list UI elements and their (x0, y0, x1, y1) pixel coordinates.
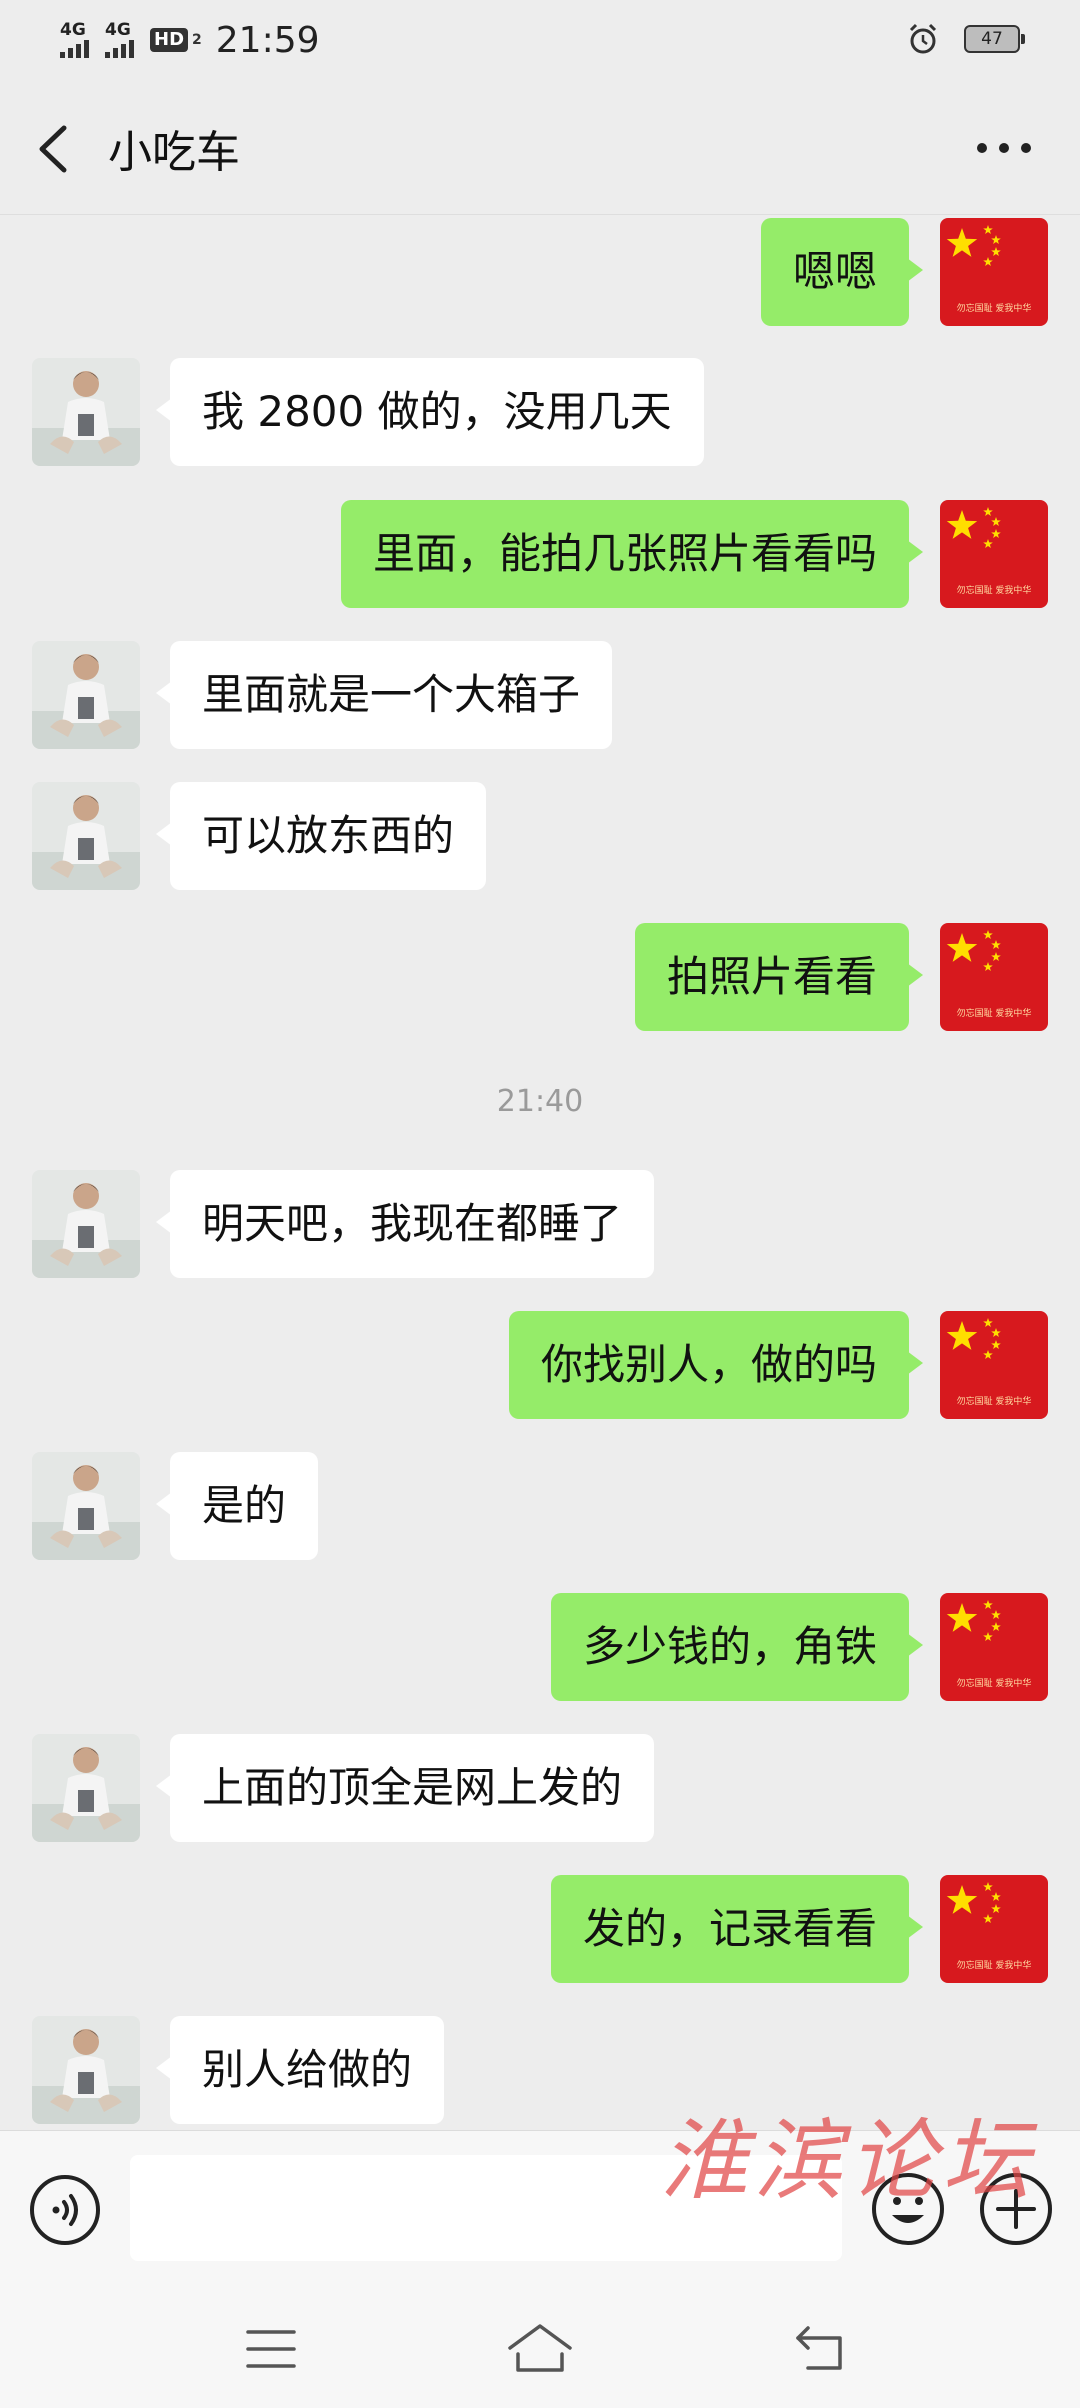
avatar-contact[interactable] (32, 1734, 140, 1842)
chat-title: 小吃车 (108, 127, 240, 178)
message-timestamp: 21:40 (496, 1084, 584, 1119)
hd-voice-badge: HD (150, 28, 189, 52)
received-message-bubble[interactable]: 上面的顶全是网上发的 (155, 1734, 655, 1842)
contact-photo-icon (32, 641, 140, 749)
sent-message-bubble[interactable]: 发的，记录看看 (551, 1875, 924, 1983)
received-message-bubble[interactable]: 里面就是一个大箱子 (155, 641, 613, 749)
status-clock: 21:59 (215, 19, 320, 61)
avatar-caption: 勿忘国耻 爱我中华 (956, 1679, 1032, 1689)
sent-message-bubble[interactable]: 嗯嗯 (761, 218, 924, 326)
sent-message-bubble[interactable]: 里面，能拍几张照片看看吗 (341, 500, 924, 608)
avatar-contact[interactable] (32, 782, 140, 890)
back-nav-icon[interactable] (790, 2320, 848, 2376)
chevron-left-icon[interactable] (30, 120, 80, 178)
alarm-clock-icon (909, 23, 937, 54)
system-nav-bar (0, 2288, 1080, 2408)
signal-label-1: 4G (60, 20, 86, 40)
avatar-self[interactable]: 勿忘国耻 爱我中华 (940, 500, 1048, 608)
avatar-caption: 勿忘国耻 爱我中华 (956, 1397, 1032, 1407)
avatar-self[interactable]: 勿忘国耻 爱我中华 (940, 1311, 1048, 1419)
received-message-bubble[interactable]: 别人给做的 (155, 2016, 445, 2124)
battery-level: 47 (981, 29, 1003, 49)
avatar-contact[interactable] (32, 2016, 140, 2124)
contact-photo-icon (32, 358, 140, 466)
signal-indicator-2: 4G (105, 22, 134, 58)
signal-indicator-1: 4G (60, 22, 89, 58)
signal-bars-icon (60, 38, 89, 58)
recent-apps-icon[interactable] (244, 2322, 298, 2376)
avatar-contact[interactable] (32, 1452, 140, 1560)
chat-header: 小吃车 (0, 80, 1080, 215)
received-message-bubble[interactable]: 我 2800 做的，没用几天 (156, 358, 704, 466)
avatar-caption: 勿忘国耻 爱我中华 (956, 1961, 1032, 1971)
watermark: 淮滨论坛 (660, 2109, 1037, 2212)
avatar-contact[interactable] (32, 641, 140, 749)
avatar-self[interactable]: 勿忘国耻 爱我中华 (940, 218, 1048, 326)
avatar-self[interactable]: 勿忘国耻 爱我中华 (940, 923, 1048, 1031)
avatar-caption: 勿忘国耻 爱我中华 (956, 304, 1032, 314)
hd-voice-sub: 2 (192, 32, 202, 48)
signal-bars-icon (105, 38, 134, 58)
avatar-contact[interactable] (32, 1170, 140, 1278)
sent-message-bubble[interactable]: 多少钱的，角铁 (551, 1593, 924, 1701)
received-message-bubble[interactable]: 可以放东西的 (155, 782, 487, 890)
home-icon[interactable] (504, 2318, 576, 2378)
contact-photo-icon (32, 1734, 140, 1842)
more-dots-icon[interactable] (974, 138, 1034, 158)
sent-message-bubble[interactable]: 你找别人，做的吗 (509, 1311, 924, 1419)
contact-photo-icon (32, 2016, 140, 2124)
avatar-self[interactable]: 勿忘国耻 爱我中华 (940, 1593, 1048, 1701)
received-message-bubble[interactable]: 是的 (155, 1452, 319, 1560)
avatar-contact[interactable] (32, 358, 140, 466)
signal-label-2: 4G (105, 20, 131, 40)
contact-photo-icon (32, 782, 140, 890)
contact-photo-icon (32, 1452, 140, 1560)
battery-icon: 47 (964, 25, 1025, 53)
avatar-self[interactable]: 勿忘国耻 爱我中华 (940, 1875, 1048, 1983)
status-bar: 4G 4G HD 2 21:59 47 (0, 0, 1080, 80)
avatar-caption: 勿忘国耻 爱我中华 (956, 1009, 1032, 1019)
sent-message-bubble[interactable]: 拍照片看看 (635, 923, 924, 1031)
avatar-caption: 勿忘国耻 爱我中华 (956, 586, 1032, 596)
contact-photo-icon (32, 1170, 140, 1278)
voice-icon[interactable] (28, 2173, 102, 2247)
received-message-bubble[interactable]: 明天吧，我现在都睡了 (155, 1170, 655, 1278)
